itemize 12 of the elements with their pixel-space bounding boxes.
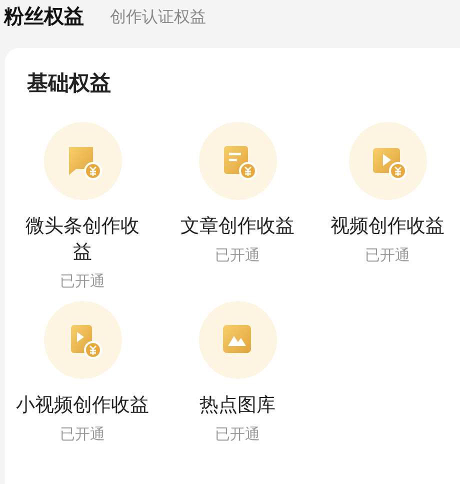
- status-text: 已开通: [215, 424, 260, 444]
- section-title: 基础权益: [26, 70, 112, 97]
- status-text: 已开通: [365, 245, 410, 265]
- benefit-label: 微头条创作收益: [24, 214, 140, 265]
- tab[interactable]: 粉丝权益: [4, 3, 84, 29]
- benefit-label: 热点图库: [200, 393, 276, 418]
- benefit-label: 小视频创作收益: [16, 393, 149, 418]
- status-text: 已开通: [215, 245, 260, 265]
- benefit-label: 文章创作收益: [180, 214, 294, 239]
- status-text: 已开通: [60, 424, 105, 444]
- benefit-label: 视频创作收益: [330, 214, 444, 239]
- status-text: 已开通: [60, 271, 105, 291]
